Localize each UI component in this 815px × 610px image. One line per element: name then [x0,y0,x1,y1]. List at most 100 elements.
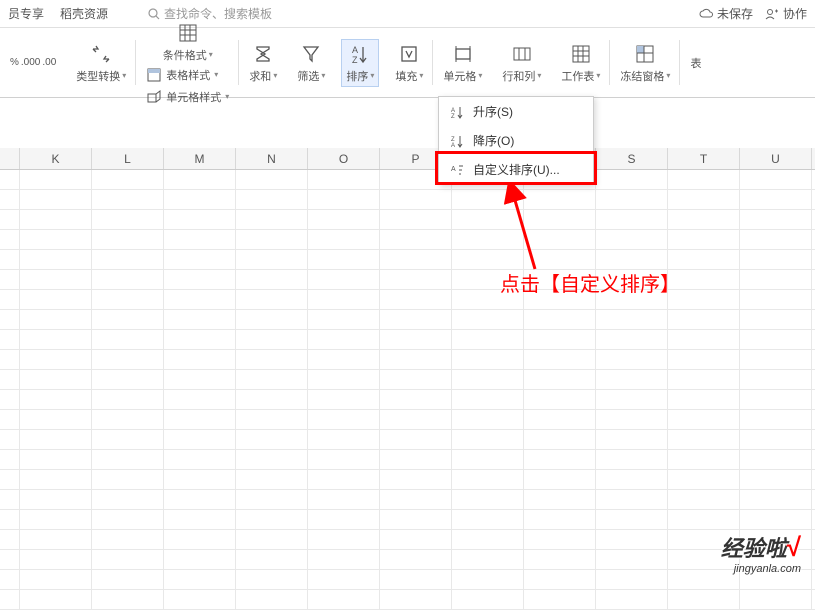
cell[interactable] [308,210,380,229]
cell[interactable] [92,230,164,249]
cell[interactable] [596,270,668,289]
cell[interactable] [452,250,524,269]
cell[interactable] [164,530,236,549]
cell[interactable] [164,370,236,389]
cell[interactable] [236,290,308,309]
cell[interactable] [92,430,164,449]
member-link[interactable]: 员专享 [8,5,44,22]
cell[interactable] [236,490,308,509]
cell[interactable] [236,390,308,409]
cell[interactable] [668,230,740,249]
cell[interactable] [308,330,380,349]
cell[interactable] [596,210,668,229]
cell[interactable] [668,190,740,209]
cell[interactable] [380,210,452,229]
cell[interactable] [596,230,668,249]
cell[interactable] [236,330,308,349]
cell[interactable] [740,310,812,329]
cell[interactable] [236,570,308,589]
cell[interactable] [740,290,812,309]
cell[interactable] [92,410,164,429]
cell[interactable] [596,390,668,409]
cell[interactable] [164,190,236,209]
cell[interactable] [452,270,524,289]
cell[interactable] [668,570,740,589]
cell[interactable] [668,310,740,329]
column-header[interactable]: U [740,148,812,169]
cell[interactable] [668,210,740,229]
cell[interactable] [380,250,452,269]
cell[interactable] [20,310,92,329]
cell[interactable] [308,450,380,469]
cell[interactable] [20,250,92,269]
cell[interactable] [236,410,308,429]
cell[interactable] [740,430,812,449]
cell[interactable] [380,330,452,349]
cell[interactable] [596,470,668,489]
cell[interactable] [164,470,236,489]
fill-button[interactable]: 填充▾ [391,40,427,86]
cell[interactable] [164,290,236,309]
sort-asc-item[interactable]: AZ 升序(S) [439,97,593,126]
column-header[interactable]: M [164,148,236,169]
cell[interactable] [92,210,164,229]
column-header[interactable]: T [668,148,740,169]
cell[interactable] [452,470,524,489]
cell[interactable] [20,470,92,489]
cell-button[interactable]: 单元格▾ [439,40,486,86]
cell[interactable] [308,350,380,369]
cell[interactable] [524,270,596,289]
sort-desc-item[interactable]: ZA 降序(O) [439,126,593,155]
cell[interactable] [596,510,668,529]
cell[interactable] [668,530,740,549]
cell[interactable] [92,530,164,549]
cell[interactable] [92,510,164,529]
cell[interactable] [308,270,380,289]
cell[interactable] [380,290,452,309]
cell[interactable] [668,510,740,529]
cell[interactable] [20,430,92,449]
cell[interactable] [20,270,92,289]
cell[interactable] [596,550,668,569]
cell[interactable] [524,310,596,329]
filter-button[interactable]: 筛选▾ [293,40,329,86]
cell[interactable] [380,550,452,569]
cell[interactable] [452,350,524,369]
cell[interactable] [524,210,596,229]
cell[interactable] [308,410,380,429]
cell[interactable] [236,470,308,489]
cell[interactable] [668,350,740,369]
cell[interactable] [20,530,92,549]
cell[interactable] [524,370,596,389]
cell[interactable] [668,470,740,489]
cell[interactable] [452,290,524,309]
cell[interactable] [452,410,524,429]
cell[interactable] [164,390,236,409]
cell[interactable] [524,230,596,249]
cell[interactable] [20,290,92,309]
row-col-button[interactable]: 行和列▾ [498,40,545,86]
cell[interactable] [92,250,164,269]
cell[interactable] [20,550,92,569]
cell[interactable] [236,210,308,229]
cell[interactable] [92,290,164,309]
cell[interactable] [92,450,164,469]
cell[interactable] [380,450,452,469]
cell[interactable] [668,370,740,389]
cell[interactable] [524,470,596,489]
cell[interactable] [236,530,308,549]
cell[interactable] [20,370,92,389]
cell[interactable] [308,550,380,569]
cell[interactable] [92,190,164,209]
cell[interactable] [380,570,452,589]
cell[interactable] [164,310,236,329]
cell[interactable] [524,350,596,369]
cell[interactable] [380,510,452,529]
cell[interactable] [740,390,812,409]
cell[interactable] [308,170,380,189]
cell[interactable] [740,370,812,389]
cell[interactable] [380,310,452,329]
cell[interactable] [92,390,164,409]
cell[interactable] [668,270,740,289]
cell[interactable] [452,450,524,469]
